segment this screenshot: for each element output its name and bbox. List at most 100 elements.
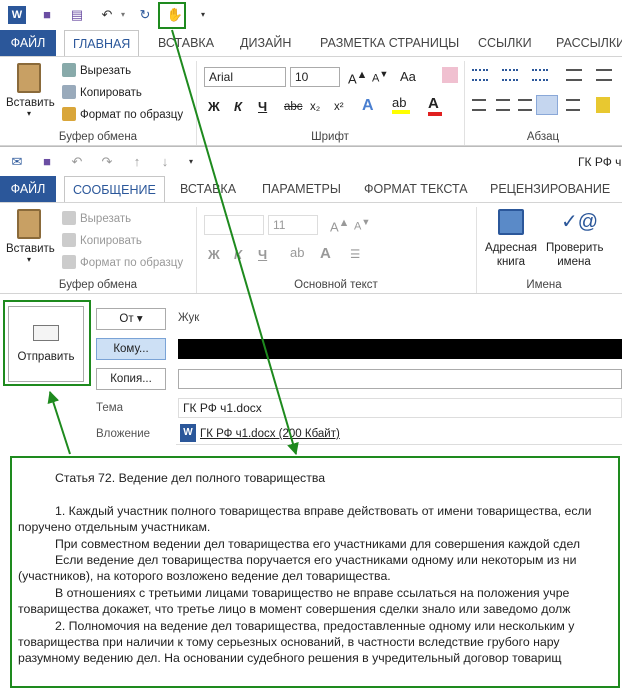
change-case-icon[interactable]: Aa: [400, 69, 416, 84]
copy-icon: [62, 85, 76, 99]
format-painter-button[interactable]: Формат по образцу: [62, 255, 183, 269]
highlight-send-button: [3, 300, 91, 386]
bold-button[interactable]: Ж: [208, 99, 220, 114]
strikethrough-button[interactable]: abc: [284, 101, 303, 113]
from-button[interactable]: От ▾: [96, 308, 166, 330]
underline-button[interactable]: Ч: [258, 99, 267, 114]
word-tab-insert[interactable]: ВСТАВКА: [150, 30, 222, 56]
undo-dropdown-icon[interactable]: ▾: [114, 6, 132, 24]
undo-icon[interactable]: ↶: [68, 153, 86, 171]
outlook-tab-insert[interactable]: ВСТАВКА: [172, 176, 244, 202]
font-color-icon[interactable]: A: [320, 245, 331, 262]
up-arrow-icon[interactable]: ↑: [128, 153, 146, 171]
repeat-icon[interactable]: ↻: [136, 6, 154, 24]
list-icon[interactable]: ☰: [350, 247, 360, 261]
font-color-icon[interactable]: A: [428, 95, 442, 116]
align-center-icon[interactable]: [496, 99, 510, 111]
check-names-icon: ✓@: [561, 211, 599, 233]
italic-button[interactable]: К: [234, 99, 242, 114]
customize-qat-icon[interactable]: ▾: [194, 6, 212, 24]
superscript-button[interactable]: x²: [334, 101, 344, 113]
line-spacing-icon[interactable]: [566, 99, 580, 111]
grow-font-icon[interactable]: A▲: [330, 217, 349, 234]
word-tab-home[interactable]: ГЛАВНАЯ: [64, 30, 140, 56]
outlook-tab-file[interactable]: ФАЙЛ: [0, 176, 56, 202]
align-left-icon[interactable]: [472, 99, 486, 111]
word-tab-references[interactable]: ССЫЛКИ: [470, 30, 540, 56]
from-value: Жук: [178, 312, 200, 324]
cc-button[interactable]: Копия...: [96, 368, 166, 390]
indent-icon-2[interactable]: [596, 69, 612, 81]
redo-icon[interactable]: ↷: [98, 153, 116, 171]
text-effects-icon[interactable]: A: [362, 97, 374, 115]
word-tab-layout[interactable]: РАЗМЕТКА СТРАНИЦЫ: [312, 30, 467, 56]
font-name-select[interactable]: [204, 215, 264, 235]
clear-format-icon[interactable]: [442, 67, 458, 83]
paste-button[interactable]: Вставить ▾: [6, 209, 55, 275]
brush-icon: [62, 255, 76, 269]
subscript-button[interactable]: x₂: [310, 101, 320, 113]
cut-button[interactable]: Вырезать: [62, 63, 131, 77]
compose-header: Отправить От ▾ Жук Кому... Копия... Тема…: [0, 294, 622, 456]
align-right-icon[interactable]: [518, 99, 532, 111]
word-tab-design[interactable]: ДИЗАЙН: [232, 30, 299, 56]
copy-button[interactable]: Копировать: [62, 85, 142, 99]
format-painter-button[interactable]: Формат по образцу: [62, 107, 183, 121]
scissors-icon: [62, 211, 76, 225]
highlight-icon[interactable]: ab: [392, 95, 410, 114]
word-ribbon-tabs: ФАЙЛ ГЛАВНАЯ ВСТАВКА ДИЗАЙН РАЗМЕТКА СТР…: [0, 30, 622, 56]
to-button[interactable]: Кому...: [96, 338, 166, 360]
address-book-button[interactable]: Адресная книга: [482, 209, 540, 269]
outlook-tab-options[interactable]: ПАРАМЕТРЫ: [254, 176, 349, 202]
outlook-tab-review[interactable]: РЕЦЕНЗИРОВАНИЕ: [482, 176, 618, 202]
save-icon[interactable]: ■: [38, 6, 56, 24]
shrink-font-icon[interactable]: A▼: [372, 69, 388, 85]
shading-icon[interactable]: [596, 97, 610, 113]
clipboard-group-label: Буфер обмена: [58, 131, 138, 143]
highlight-icon[interactable]: ab: [290, 245, 304, 260]
highlight-touch-button: [158, 2, 186, 29]
paragraph-group-label: Абзац: [526, 131, 560, 143]
font-size-select[interactable]: 10: [290, 67, 340, 87]
scissors-icon: [62, 63, 76, 77]
indent-icon[interactable]: [566, 69, 582, 81]
copy-icon: [62, 233, 76, 247]
outlook-tab-format[interactable]: ФОРМАТ ТЕКСТА: [356, 176, 476, 202]
paste-button[interactable]: Вставить ▾: [6, 63, 55, 129]
font-size-select[interactable]: 11: [268, 215, 318, 235]
outlook-ribbon: Вставить ▾ Вырезать Копировать Формат по…: [0, 202, 622, 294]
shrink-font-icon[interactable]: A▼: [354, 217, 370, 233]
justify-icon[interactable]: [536, 95, 558, 115]
multilevel-icon[interactable]: [532, 69, 548, 81]
bold-button[interactable]: Ж: [208, 247, 220, 262]
word-quick-access-toolbar: W ■ ▤ ↶ ▾ ↻ ✋ ▾: [0, 0, 622, 30]
window-title: ГК РФ ч: [578, 155, 622, 169]
save-icon[interactable]: ■: [38, 153, 56, 171]
attachment-label: Вложение: [96, 428, 151, 440]
word-tab-mailings[interactable]: РАССЫЛКИ: [548, 30, 622, 56]
down-arrow-icon[interactable]: ↓: [156, 153, 174, 171]
underline-button[interactable]: Ч: [258, 247, 267, 262]
chevron-down-icon: ▾: [26, 255, 31, 264]
basic-text-group-label: Основной текст: [294, 279, 378, 291]
cut-button[interactable]: Вырезать: [62, 211, 131, 225]
word-doc-icon: W: [180, 424, 196, 442]
check-names-button[interactable]: ✓@ Проверить имена: [542, 209, 606, 269]
subject-field[interactable]: ГК РФ ч1.docx: [178, 398, 622, 418]
word-ribbon: Вставить ▾ Вырезать Копировать Формат по…: [0, 56, 622, 146]
numbering-icon[interactable]: [502, 69, 518, 81]
to-field-redacted[interactable]: [178, 339, 622, 359]
cc-field[interactable]: [178, 369, 622, 389]
clipboard-group-label: Буфер обмена: [58, 279, 138, 291]
print-preview-icon[interactable]: ▤: [68, 6, 86, 24]
copy-button[interactable]: Копировать: [62, 233, 142, 247]
grow-font-icon[interactable]: A▲: [348, 69, 367, 86]
font-name-select[interactable]: Arial: [204, 67, 286, 87]
customize-qat-icon[interactable]: ▾: [182, 153, 200, 171]
attachment-link[interactable]: ГК РФ ч1.docx (200 Кбайт): [200, 428, 340, 440]
italic-button[interactable]: К: [234, 247, 242, 262]
word-tab-file[interactable]: ФАЙЛ: [0, 30, 56, 56]
highlight-message-body: [10, 456, 620, 688]
outlook-tab-message[interactable]: СООБЩЕНИЕ: [64, 176, 165, 202]
bullets-icon[interactable]: [472, 69, 488, 81]
